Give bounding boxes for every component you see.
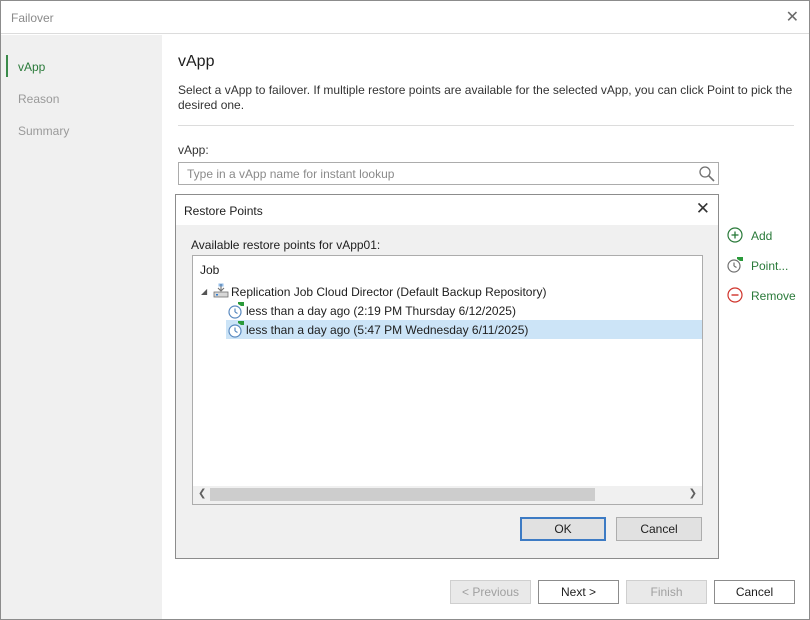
restore-points-dialog: Restore Points ✕ Available restore point… [175, 194, 719, 559]
dialog-title-bar: Restore Points ✕ [176, 195, 718, 225]
active-step-indicator [6, 55, 8, 77]
point-label: Point... [751, 259, 789, 273]
next-button[interactable]: Next > [538, 580, 619, 604]
available-points-label: Available restore points for vApp01: [191, 238, 381, 252]
dialog-ok-button[interactable]: OK [520, 517, 606, 541]
page-description: Select a vApp to failover. If multiple r… [178, 83, 793, 112]
restore-point-icon [228, 321, 244, 338]
divider [178, 125, 794, 126]
title-bar: Failover ✕ [1, 1, 809, 34]
close-icon[interactable]: ✕ [786, 7, 799, 27]
remove-icon [727, 287, 743, 303]
search-icon[interactable] [698, 165, 716, 183]
remove-label: Remove [751, 289, 796, 303]
dialog-title: Restore Points [184, 204, 263, 218]
dialog-close-icon[interactable]: ✕ [696, 200, 710, 217]
scrollbar-thumb[interactable] [210, 488, 595, 501]
vapp-search-box [178, 162, 719, 185]
dialog-cancel-button[interactable]: Cancel [616, 517, 702, 541]
point-1-label: less than a day ago (2:19 PM Thursday 6/… [246, 304, 516, 318]
add-icon [727, 227, 743, 243]
failover-window: Failover ✕ vApp Reason Summary vApp Sele… [0, 0, 810, 620]
job-name: Replication Job Cloud Director (Default … [231, 285, 547, 299]
restore-point-icon [228, 302, 244, 319]
cancel-button[interactable]: Cancel [714, 580, 795, 604]
previous-button[interactable]: < Previous [450, 580, 531, 604]
vapp-field-label: vApp: [178, 143, 209, 157]
restore-points-tree: Job ◢ Replication Job Cloud Director (De… [192, 255, 703, 505]
tree-row-point-2[interactable]: less than a day ago (5:47 PM Wednesday 6… [226, 320, 702, 339]
step-summary[interactable]: Summary [18, 124, 69, 138]
point-2-label: less than a day ago (5:47 PM Wednesday 6… [246, 323, 529, 337]
tree-row-job[interactable]: Replication Job Cloud Director (Default … [213, 282, 702, 301]
add-label: Add [751, 229, 773, 243]
collapse-arrow-icon[interactable]: ◢ [201, 287, 207, 296]
wizard-steps-sidebar: vApp Reason Summary [1, 35, 162, 619]
step-reason[interactable]: Reason [18, 92, 59, 106]
restore-point-icon [727, 257, 743, 273]
window-title: Failover [11, 11, 54, 25]
finish-button[interactable]: Finish [626, 580, 707, 604]
scroll-right-icon[interactable]: ❯ [689, 488, 697, 499]
vapp-search-input[interactable] [179, 163, 679, 184]
step-vapp[interactable]: vApp [18, 60, 45, 74]
replication-job-icon [213, 283, 229, 298]
tree-row-point-1[interactable]: less than a day ago (2:19 PM Thursday 6/… [228, 301, 702, 320]
scroll-left-icon[interactable]: ❮ [198, 488, 206, 499]
column-header-job[interactable]: Job [200, 263, 219, 277]
horizontal-scrollbar[interactable]: ❮ ❯ [193, 486, 702, 504]
page-title: vApp [178, 53, 215, 70]
